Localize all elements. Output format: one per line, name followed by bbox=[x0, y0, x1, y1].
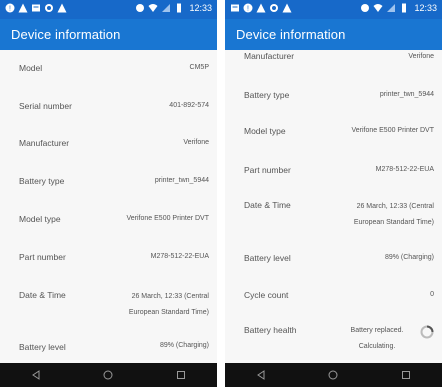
row-value: M278-512-22-EUA bbox=[375, 166, 434, 173]
row-label: Part number bbox=[244, 165, 291, 175]
signal-icon bbox=[162, 4, 171, 12]
battery-icon bbox=[402, 3, 407, 13]
row-value: 401-892-574 bbox=[169, 102, 209, 109]
row-value: printer_twn_5944 bbox=[379, 91, 434, 98]
sync-icon bbox=[270, 4, 278, 12]
row-value: printer_twn_5944 bbox=[154, 177, 209, 184]
row-label: Model type bbox=[244, 126, 286, 136]
row-label: Battery type bbox=[19, 176, 65, 186]
home-button[interactable] bbox=[101, 368, 115, 382]
status-bar: ! 12:33 bbox=[0, 0, 217, 19]
recents-button[interactable] bbox=[174, 368, 188, 382]
row-label: Battery level bbox=[19, 342, 66, 352]
row-value: Battery replaced. Calculating. bbox=[350, 327, 404, 350]
signal-icon bbox=[387, 4, 396, 12]
row-value: Verifone E500 Printer DVT bbox=[126, 215, 210, 222]
row-value: 89% (Charging) bbox=[384, 254, 434, 261]
message-icon bbox=[32, 4, 40, 12]
page-title: Device information bbox=[236, 27, 346, 42]
row-value: Verifone E500 Printer DVT bbox=[351, 127, 435, 134]
home-button[interactable] bbox=[326, 368, 340, 382]
row-value: 26 March, 12:33 (Central European Standa… bbox=[128, 293, 209, 316]
back-button[interactable] bbox=[254, 368, 268, 382]
status-time: 12:33 bbox=[414, 3, 437, 13]
navigation-bar bbox=[225, 363, 442, 387]
alert-icon bbox=[57, 3, 67, 13]
row-label: Battery type bbox=[244, 90, 290, 100]
row-value: 26 March, 12:33 (Central European Standa… bbox=[353, 203, 434, 226]
row-label: Part number bbox=[19, 252, 66, 262]
row-label: Model bbox=[19, 63, 43, 73]
row-value: M278-512-22-EUA bbox=[150, 253, 209, 260]
home-icon bbox=[328, 370, 338, 380]
row-value: 0 bbox=[430, 291, 434, 298]
back-button[interactable] bbox=[29, 368, 43, 382]
app-bar: Device information bbox=[0, 19, 217, 50]
row-value: CM5P bbox=[189, 64, 209, 71]
row-value: Verifone bbox=[408, 53, 434, 60]
phone-screen-right: ! 12:33 Device information Manufacturer … bbox=[225, 0, 442, 387]
wifi-icon bbox=[148, 4, 158, 12]
navigation-bar bbox=[0, 363, 217, 387]
recents-icon bbox=[401, 371, 410, 379]
device-info-list[interactable]: Manufacturer Verifone Battery type print… bbox=[225, 50, 442, 363]
home-icon bbox=[103, 370, 113, 380]
row-label: Manufacturer bbox=[19, 138, 70, 148]
row-label: Battery health bbox=[244, 325, 297, 335]
message-icon bbox=[231, 4, 239, 12]
row-label: Date & Time bbox=[19, 290, 66, 300]
row-label: Manufacturer bbox=[244, 51, 295, 61]
row-label: Cycle count bbox=[244, 290, 289, 300]
row-value: 89% (Charging) bbox=[159, 342, 209, 349]
wifi-icon bbox=[373, 4, 383, 12]
status-time: 12:33 bbox=[189, 3, 212, 13]
back-icon bbox=[257, 370, 265, 380]
alert-icon bbox=[282, 3, 292, 13]
row-value: Verifone bbox=[183, 139, 209, 146]
device-info-list[interactable]: Model CM5P Serial number 401-892-574 Man… bbox=[0, 50, 217, 363]
page-title: Device information bbox=[11, 27, 121, 42]
status-bar: ! 12:33 bbox=[225, 0, 442, 19]
back-icon bbox=[32, 370, 40, 380]
warning-icon bbox=[18, 3, 28, 13]
row-label: Date & Time bbox=[244, 200, 291, 210]
app-bar: Device information bbox=[225, 19, 442, 50]
location-icon bbox=[361, 4, 370, 12]
row-label: Serial number bbox=[19, 101, 72, 111]
phone-screen-left: ! 12:33 Device information Model CM5P Se… bbox=[0, 0, 217, 387]
warning-icon bbox=[256, 3, 266, 13]
loading-spinner-icon bbox=[420, 325, 434, 339]
battery-icon bbox=[177, 3, 182, 13]
row-label: Battery level bbox=[244, 253, 291, 263]
row-label: Model type bbox=[19, 214, 61, 224]
location-icon bbox=[136, 4, 145, 12]
notification-icon: ! bbox=[5, 3, 15, 13]
notification-icon: ! bbox=[243, 3, 253, 13]
svg-text:!: ! bbox=[9, 6, 11, 13]
recents-icon bbox=[176, 371, 185, 379]
sync-icon bbox=[45, 4, 53, 12]
svg-text:!: ! bbox=[247, 6, 249, 13]
recents-button[interactable] bbox=[399, 368, 413, 382]
